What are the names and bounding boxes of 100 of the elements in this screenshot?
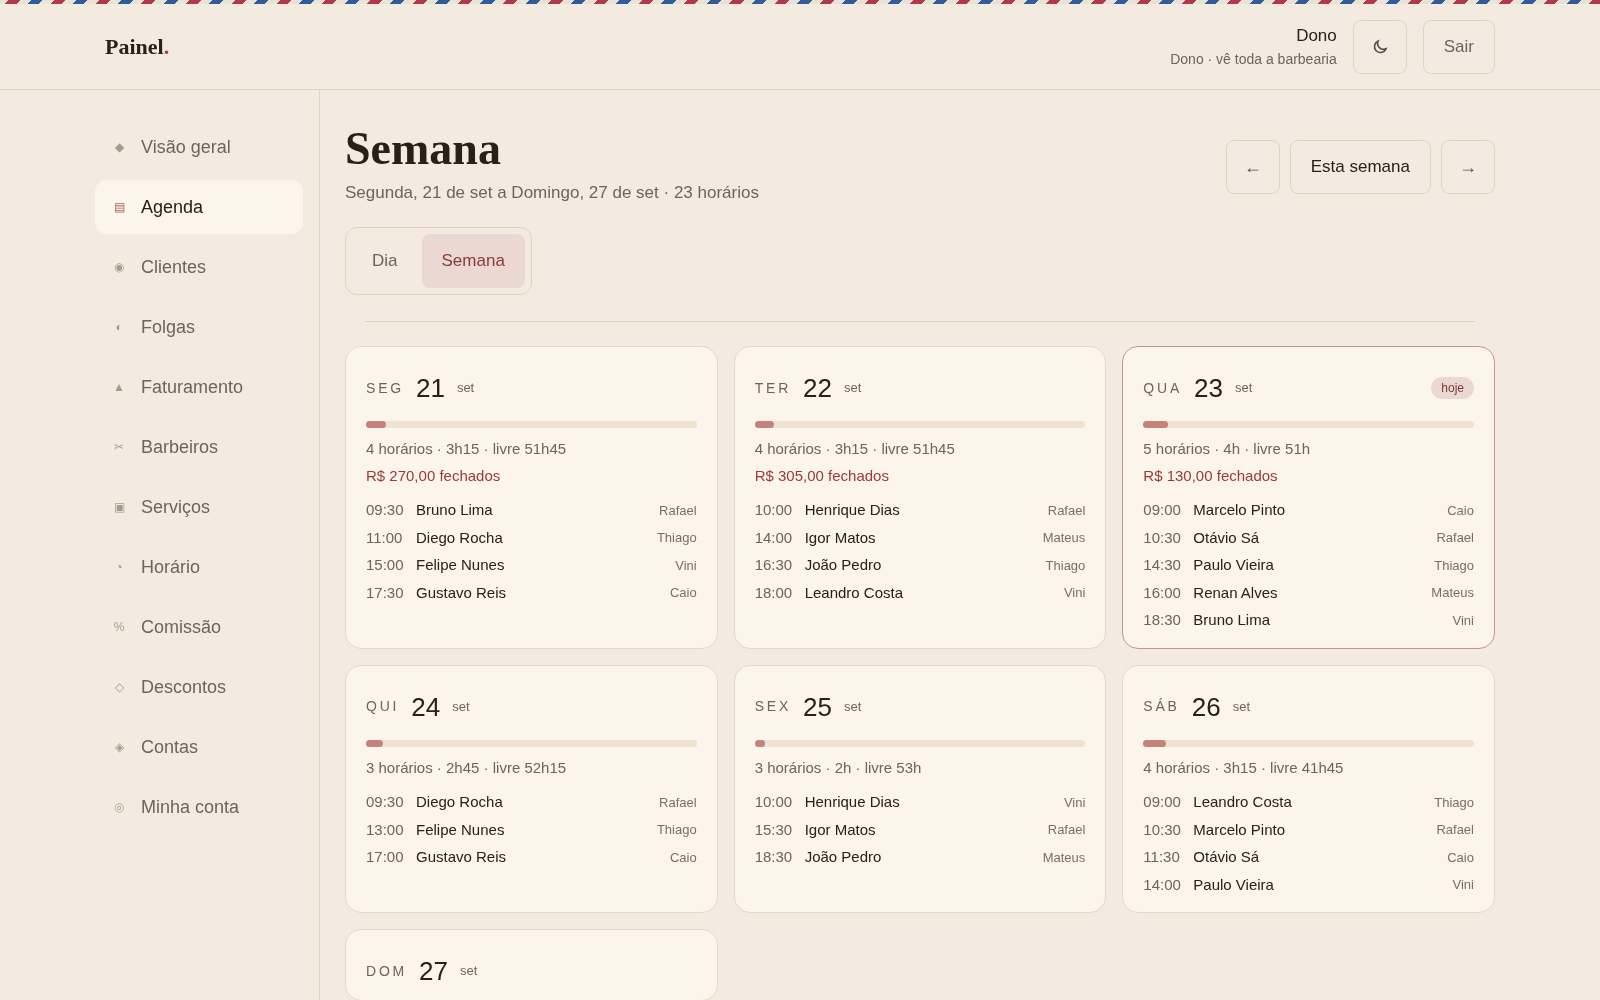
month-label: set xyxy=(1232,697,1250,716)
appointment-time: 13:00 xyxy=(366,819,405,840)
month-label: set xyxy=(452,697,470,716)
appointment-time: 14:30 xyxy=(1143,555,1182,575)
appointment-time: 10:00 xyxy=(754,792,794,812)
client-name: Igor Matos xyxy=(804,527,876,548)
client-name: Igor Matos xyxy=(804,819,876,840)
barber-name: Vini xyxy=(675,556,697,575)
day-number: 23 xyxy=(1194,375,1223,401)
client-name: Diego Rocha xyxy=(416,792,503,812)
client-name: Henrique Dias xyxy=(804,792,900,812)
day-number: 24 xyxy=(411,693,441,720)
barber-name: Vini xyxy=(1452,876,1474,894)
appointment-time: 15:30 xyxy=(754,819,794,840)
sidebar-item[interactable]: ◎ Minha conta xyxy=(95,780,303,834)
sidebar-item[interactable]: ◆ Visão geral xyxy=(95,120,303,174)
barber-name: Rafael xyxy=(659,501,697,520)
client-name: Paulo Vieira xyxy=(1193,874,1274,895)
barber-name: Rafael xyxy=(1436,821,1474,839)
appointment-time: 18:00 xyxy=(754,582,794,603)
appointment-time: 18:30 xyxy=(1143,610,1182,630)
barber-name: Thiago xyxy=(1045,556,1086,575)
next-week-button[interactable]: → xyxy=(1441,140,1495,194)
appointment-time: 11:00 xyxy=(366,527,404,548)
barber-name: Mateus xyxy=(1431,584,1474,602)
appointment-time: 09:00 xyxy=(1143,500,1182,520)
sidebar-item[interactable]: ▲ Faturamento xyxy=(95,360,303,414)
revenue-text: R$ 305,00 fechados xyxy=(754,465,890,486)
barber-name: Thiago xyxy=(656,821,697,839)
barber-name: Caio xyxy=(1447,848,1474,867)
client-name: Otávio Sá xyxy=(1193,527,1260,548)
barber-name: Caio xyxy=(1447,501,1474,520)
day-number: 27 xyxy=(419,958,448,984)
appointment-time: 11:30 xyxy=(1143,847,1181,867)
weekday-label: SÁB xyxy=(1143,697,1180,716)
weekday-label: QUI xyxy=(366,697,400,716)
day-number: 22 xyxy=(803,375,832,401)
appointment-time: 10:00 xyxy=(754,500,794,520)
barber-name: Vini xyxy=(1063,584,1086,602)
day-summary: 4 horários · 3h15 · livre 51h45 xyxy=(754,439,956,459)
revenue-text: R$ 130,00 fechados xyxy=(1143,465,1279,486)
day-summary: 4 horários · 3h15 · livre 51h45 xyxy=(366,439,568,459)
appointment-time: 09:30 xyxy=(366,792,405,812)
barber-name: Caio xyxy=(669,584,697,602)
sidebar-item[interactable]: ◇ Descontos xyxy=(95,660,303,714)
day-number: 25 xyxy=(803,693,832,720)
sidebar-item[interactable]: ✂ Barbeiros xyxy=(95,420,303,474)
sidebar-icon: ◔ xyxy=(113,558,125,576)
sidebar-icon: ◆ xyxy=(113,138,125,156)
barber-name: Rafael xyxy=(1047,821,1086,839)
sidebar-icon: ◈ xyxy=(113,738,125,756)
client-name: Leandro Costa xyxy=(1193,792,1292,812)
client-name: Marcelo Pinto xyxy=(1193,500,1286,520)
client-name: João Pedro xyxy=(804,847,882,867)
logout-button[interactable]: Sair xyxy=(1422,19,1495,74)
barber-name: Mateus xyxy=(1042,848,1086,867)
appointment-time: 14:00 xyxy=(754,527,794,548)
user-name: Dono xyxy=(1296,25,1337,48)
current-week-button[interactable]: Esta semana xyxy=(1289,140,1431,194)
sidebar-icon: ◐ xyxy=(113,318,125,336)
today-badge: hoje xyxy=(1431,377,1474,399)
client-name: Otávio Sá xyxy=(1193,847,1260,867)
appointment-time: 09:30 xyxy=(366,500,405,520)
appointment-time: 10:30 xyxy=(1143,527,1182,548)
sidebar-icon: ✂ xyxy=(113,438,125,456)
logo: Painel. xyxy=(105,33,170,61)
client-name: Felipe Nunes xyxy=(416,819,505,840)
barber-name: Thiago xyxy=(1434,793,1474,812)
day-summary: 3 horários · 2h45 · livre 52h15 xyxy=(366,757,568,778)
weekday-label: QUA xyxy=(1143,378,1183,398)
sidebar-item[interactable]: ◔ Horário xyxy=(95,540,303,594)
month-label: set xyxy=(1235,379,1253,398)
revenue-text: R$ 270,00 fechados xyxy=(366,465,502,486)
day-summary: 4 horários · 3h15 · livre 41h45 xyxy=(1143,757,1345,778)
sidebar-item[interactable]: % Comissão xyxy=(95,600,303,654)
sidebar-item[interactable]: ◉ Clientes xyxy=(95,240,303,294)
sidebar-item[interactable]: ▣ Serviços xyxy=(95,480,303,534)
appointment-time: 14:00 xyxy=(1143,874,1182,895)
client-name: Marcelo Pinto xyxy=(1193,819,1286,840)
theme-toggle-button[interactable] xyxy=(1352,19,1407,74)
sidebar-icon: ▤ xyxy=(113,198,125,216)
barber-name: Rafael xyxy=(1047,501,1086,520)
sidebar-icon: ◉ xyxy=(113,258,125,276)
month-label: set xyxy=(460,962,478,981)
sidebar-item[interactable]: ▤ Agenda xyxy=(95,180,303,234)
appointment-time: 09:00 xyxy=(1143,792,1182,812)
sidebar-item[interactable]: ◈ Contas xyxy=(95,720,303,774)
view-tab[interactable]: Dia xyxy=(352,234,418,288)
previous-week-button[interactable]: ← xyxy=(1225,140,1280,194)
appointment-time: 16:30 xyxy=(754,555,794,575)
day-number: 26 xyxy=(1191,693,1221,720)
sidebar-icon: ▣ xyxy=(113,498,125,516)
sidebar-item[interactable]: ◐ Folgas xyxy=(95,300,303,354)
day-summary: 5 horários · 4h · livre 51h xyxy=(1143,439,1312,459)
barber-name: Caio xyxy=(669,848,697,867)
page-subtitle: Segunda, 21 de set a Domingo, 27 de set · 23 horários xyxy=(345,181,759,204)
client-name: Renan Alves xyxy=(1193,582,1278,603)
view-tab[interactable]: Semana xyxy=(421,234,525,288)
barber-name: Rafael xyxy=(1436,529,1474,547)
appointment-time: 17:00 xyxy=(366,847,405,867)
